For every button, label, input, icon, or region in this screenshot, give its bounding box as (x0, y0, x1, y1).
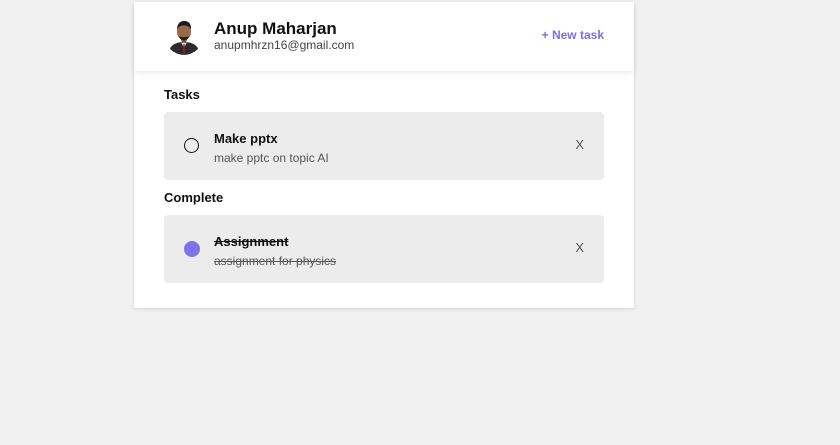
user-name: Anup Maharjan (214, 19, 337, 38)
complete-section-title: Complete (164, 190, 224, 205)
delete-completed-task-button[interactable]: X (575, 240, 584, 255)
task-description: make pptc on topic AI (214, 151, 329, 165)
delete-task-button[interactable]: X (575, 137, 584, 152)
task-item[interactable]: Make pptx make pptc on topic AI X (164, 112, 604, 180)
user-email: anupmhrzn16@gmail.com (214, 38, 355, 52)
user-photo (165, 17, 203, 55)
completed-circle-icon[interactable] (184, 241, 200, 257)
profile-header: Anup Maharjan anupmhrzn16@gmail.com + Ne… (134, 2, 634, 71)
incomplete-circle-icon[interactable] (184, 138, 199, 153)
tasks-section-title: Tasks (164, 87, 200, 102)
todo-card: Anup Maharjan anupmhrzn16@gmail.com + Ne… (134, 2, 634, 308)
new-task-button[interactable]: + New task (542, 28, 604, 42)
completed-task-description: assignment for physics (214, 254, 337, 268)
completed-task-item[interactable]: Assignment assignment for physics X (164, 215, 604, 283)
avatar (165, 17, 203, 55)
completed-task-title: Assignment (214, 234, 289, 249)
task-title: Make pptx (214, 131, 278, 146)
